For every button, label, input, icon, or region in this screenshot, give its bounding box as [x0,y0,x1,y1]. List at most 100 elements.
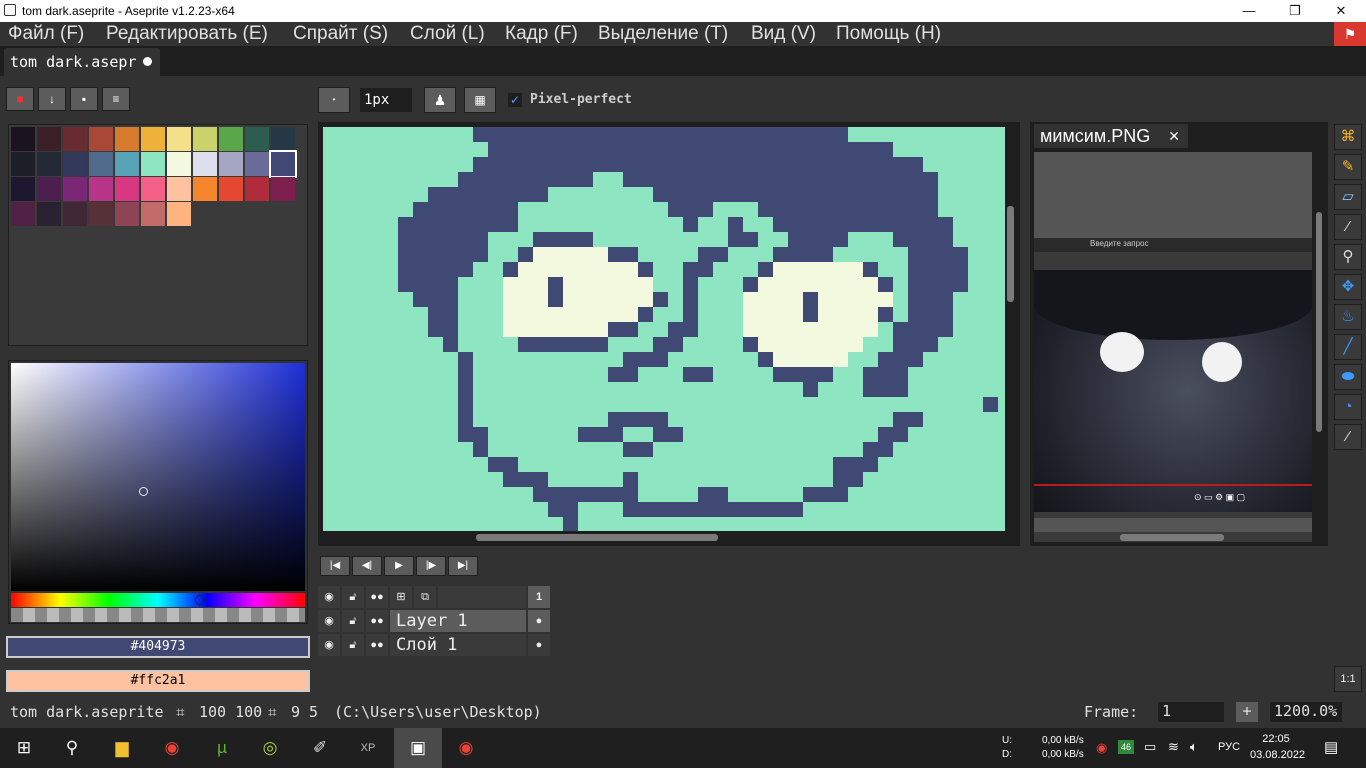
palette-swatch[interactable] [219,127,243,151]
notifications-flag-icon[interactable]: ⚑ [1334,22,1366,46]
palette-swatch[interactable] [37,177,61,201]
palette-swatch[interactable] [11,127,35,151]
alpha-slider[interactable] [11,608,305,622]
color-picker-cursor[interactable] [139,487,148,496]
layer-row-layer1[interactable]: ◉ 🔓︎ ●● Layer 1 ● [318,610,550,632]
ellipse-tool-icon[interactable]: ⬬ [1334,364,1362,390]
palette-swatch[interactable] [37,152,61,176]
layer-cel[interactable]: ● [528,610,550,632]
contour-tool-icon[interactable]: ◔ [1334,394,1362,420]
previous-frame-button[interactable]: ◀| [352,556,382,576]
palette-swatch[interactable] [11,177,35,201]
menu-file[interactable]: Файл (F) [8,23,84,45]
hue-slider-handle[interactable] [195,595,205,605]
palette-swatch[interactable] [115,127,139,151]
pencil-tool-icon[interactable]: ✎ [1334,154,1362,180]
file-explorer-icon[interactable]: ▆ [98,728,146,768]
layer-name[interactable]: Layer 1 [390,610,526,632]
palette-swatch[interactable] [89,177,113,201]
palette-swatch[interactable] [37,127,61,151]
layer-visibility-icon[interactable]: ◉ [318,610,340,632]
menu-view[interactable]: Вид (V) [751,23,816,45]
palette-swatch[interactable] [141,152,165,176]
tray-chrome-icon[interactable]: ◉ [1096,740,1107,756]
palette-swatch[interactable] [141,127,165,151]
timeline-zoom-icon[interactable]: 1:1 [1334,666,1362,692]
preview-vscrollbar[interactable] [1316,212,1322,432]
canvas-hscrollbar[interactable] [476,534,718,541]
palette-swatch[interactable] [219,177,243,201]
menu-edit[interactable]: Редактировать (E) [106,23,268,45]
preview-hscrollbar[interactable] [1120,534,1224,541]
palette-swatch[interactable] [193,152,217,176]
menu-help[interactable]: Помощь (H) [836,23,941,45]
start-windows-icon[interactable]: ⊞ [0,728,48,768]
palette-options-icon[interactable]: ≡ [102,87,130,111]
tab-tom-dark[interactable]: tom dark.asepr [4,48,160,76]
palette-swatch[interactable] [271,177,295,201]
palette-swatch[interactable] [115,177,139,201]
layer-continuous-icon[interactable]: ●● [366,610,388,632]
menu-frame[interactable]: Кадр (F) [505,23,578,45]
palette-swatch[interactable] [245,152,269,176]
layer-row-sloy1[interactable]: ◉ 🔓︎ ●● Слой 1 ● [318,634,550,656]
layer-cel[interactable]: ● [528,634,550,656]
eraser-tool-icon[interactable]: ▱ [1334,184,1362,210]
pixel-grid-icon[interactable]: ▦ [464,87,496,113]
layer-lock-icon[interactable]: 🔓︎ [342,610,364,632]
palette-swatch[interactable] [115,152,139,176]
lock-palette-icon[interactable]: ■ [6,87,34,111]
layer-name[interactable]: Слой 1 [390,634,526,656]
frame-field[interactable]: 1 [1158,702,1224,722]
lock-header-icon[interactable]: 🔓︎ [342,586,364,608]
chrome-profile-icon[interactable]: ◉ [442,728,490,768]
palette-swatch[interactable] [63,152,87,176]
battery-icon[interactable]: ▭ [1144,739,1156,755]
preview-close-icon[interactable]: ✕ [1168,124,1180,148]
notifications-icon[interactable]: ▤ [1324,738,1338,756]
palette-swatch[interactable] [63,177,87,201]
palette-swatch[interactable] [63,127,87,151]
layer-lock-icon[interactable]: 🔓︎ [342,634,364,656]
aseprite-taskbar-icon[interactable]: ▣ [394,728,442,768]
palette-swatch[interactable] [271,127,295,151]
brush-type-icon[interactable]: • [318,87,350,113]
palette-swatch[interactable] [37,202,61,226]
paint-app-icon[interactable]: ✐ [296,728,344,768]
line-tool-icon[interactable]: ╱ [1334,334,1362,360]
menu-sprite[interactable]: Спрайт (S) [293,23,388,45]
next-frame-button[interactable]: |▶ [416,556,446,576]
foreground-color-bar[interactable]: #404973 [6,636,310,658]
layer-group-icon[interactable]: ⊞ [390,586,412,608]
palette-swatch[interactable] [89,152,113,176]
eyedropper-tool-icon[interactable]: ⁄ [1334,214,1362,240]
hue-slider[interactable] [11,593,305,607]
paint-bucket-tool-icon[interactable]: ♨ [1334,304,1362,330]
tray-badge[interactable]: 46 [1118,740,1134,754]
palette-swatch[interactable] [63,202,87,226]
menu-select[interactable]: Выделение (T) [598,23,728,45]
saturation-value-field[interactable] [11,363,305,591]
wifi-icon[interactable]: ≋ [1168,739,1179,755]
language-indicator[interactable]: РУС [1218,741,1240,753]
chrome-icon[interactable]: ◉ [148,728,196,768]
palette-swatch[interactable] [193,177,217,201]
layer-visibility-icon[interactable]: ◉ [318,634,340,656]
maximize-button[interactable]: ❐ [1272,0,1318,22]
close-button[interactable]: ✕ [1318,0,1364,22]
first-frame-button[interactable]: |◀ [320,556,350,576]
brush-size-field[interactable]: 1px [360,88,412,112]
palette-swatch[interactable] [11,152,35,176]
preview-tab[interactable]: мимсим.PNG ✕ [1034,124,1188,148]
palette-swatch[interactable] [167,152,191,176]
palette-swatch[interactable] [193,127,217,151]
pixel-perfect-checkbox[interactable]: ✓ [508,93,522,107]
palette-swatch[interactable] [11,202,35,226]
palette-swatch[interactable] [269,150,297,178]
canvas-vscrollbar[interactable] [1007,206,1014,302]
sprite-canvas[interactable] [323,127,1005,531]
background-color-bar[interactable]: #ffc2a1 [6,670,310,692]
menu-layer[interactable]: Слой (L) [410,23,485,45]
lasso-tool-icon[interactable]: ⌘ [1334,124,1362,150]
utorrent-icon[interactable]: µ [198,728,246,768]
